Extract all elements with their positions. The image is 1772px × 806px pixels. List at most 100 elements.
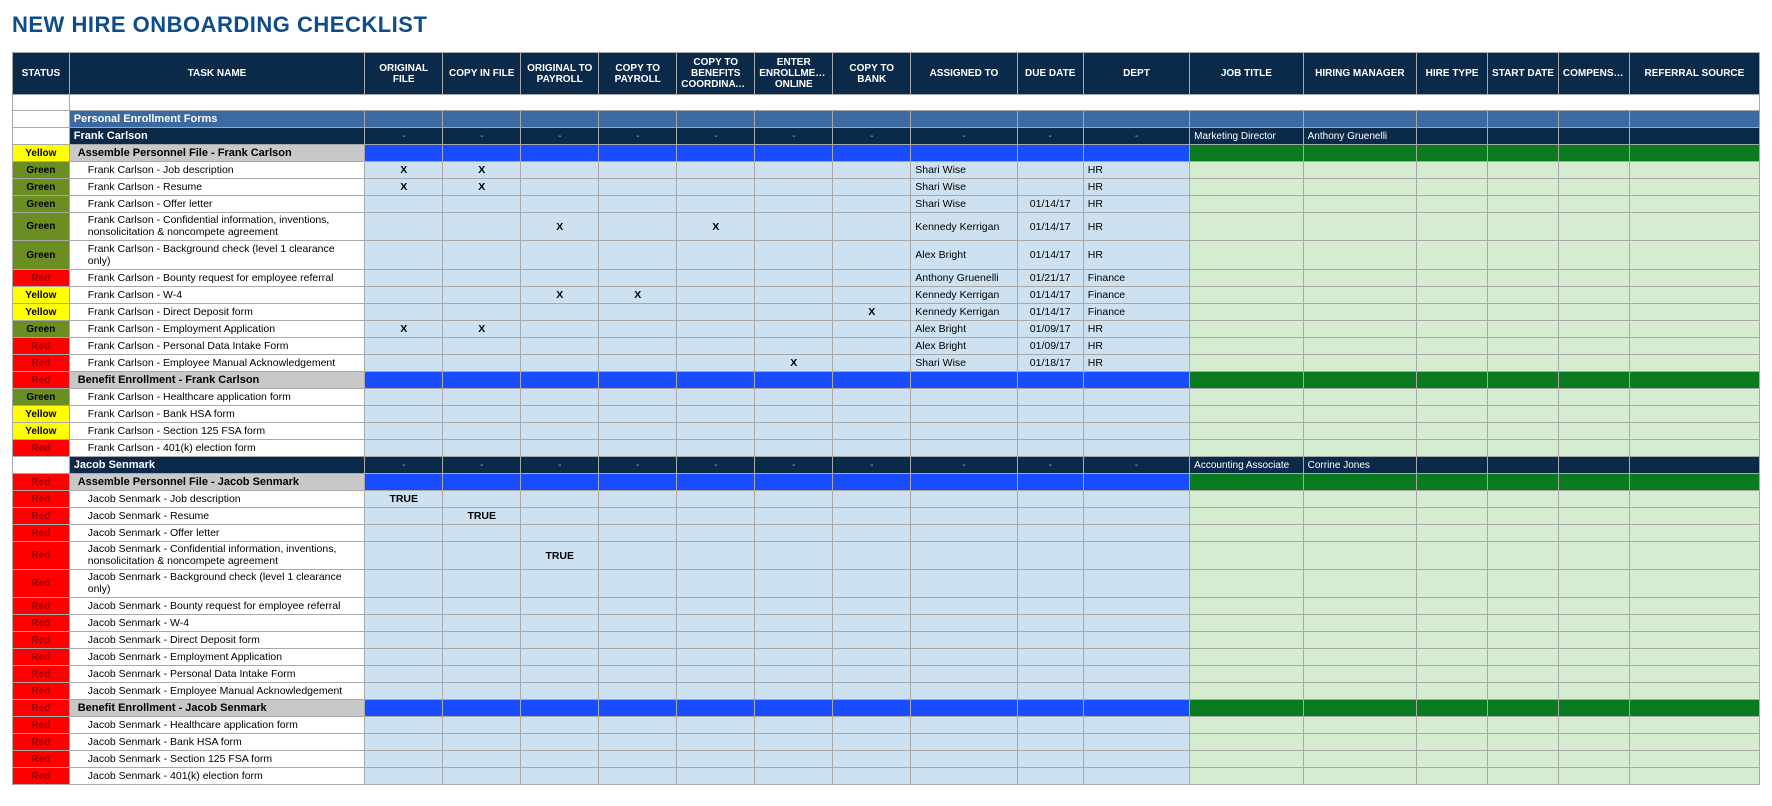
- check-cell[interactable]: [755, 389, 833, 406]
- check-cell[interactable]: [677, 270, 755, 287]
- cell[interactable]: [1558, 406, 1629, 423]
- cell[interactable]: [1417, 615, 1488, 632]
- cell[interactable]: [1190, 734, 1303, 751]
- cell[interactable]: [1417, 241, 1488, 270]
- cell[interactable]: [1417, 570, 1488, 598]
- cell[interactable]: [521, 474, 599, 491]
- cell[interactable]: [1303, 474, 1416, 491]
- group-header[interactable]: Benefit Enrollment - Frank Carlson: [69, 372, 365, 389]
- check-cell[interactable]: [677, 162, 755, 179]
- cell[interactable]: -: [755, 457, 833, 474]
- cell[interactable]: [1417, 717, 1488, 734]
- cell[interactable]: [1417, 287, 1488, 304]
- dept[interactable]: HR: [1083, 179, 1189, 196]
- cell[interactable]: [1190, 683, 1303, 700]
- check-cell[interactable]: TRUE: [365, 491, 443, 508]
- cell[interactable]: -: [365, 457, 443, 474]
- cell[interactable]: [1629, 734, 1759, 751]
- cell[interactable]: [1190, 304, 1303, 321]
- cell[interactable]: [1629, 457, 1759, 474]
- check-cell[interactable]: X: [521, 213, 599, 241]
- check-cell[interactable]: [755, 649, 833, 666]
- task-name[interactable]: Jacob Senmark - Healthcare application f…: [69, 717, 365, 734]
- cell[interactable]: [1629, 321, 1759, 338]
- cell[interactable]: [1629, 542, 1759, 570]
- check-cell[interactable]: [365, 525, 443, 542]
- cell[interactable]: [1190, 196, 1303, 213]
- col-dept[interactable]: DEPT: [1083, 53, 1189, 95]
- cell[interactable]: [1303, 525, 1416, 542]
- check-cell[interactable]: [755, 423, 833, 440]
- due-date[interactable]: [1017, 162, 1083, 179]
- cell[interactable]: -: [911, 457, 1017, 474]
- check-cell[interactable]: [365, 615, 443, 632]
- status-cell[interactable]: Red: [13, 338, 70, 355]
- group-header[interactable]: Benefit Enrollment - Jacob Senmark: [69, 700, 365, 717]
- dept[interactable]: [1083, 440, 1189, 457]
- cell[interactable]: [1488, 423, 1559, 440]
- check-cell[interactable]: [365, 683, 443, 700]
- check-cell[interactable]: [599, 598, 677, 615]
- assigned-to[interactable]: Alex Bright: [911, 338, 1017, 355]
- cell[interactable]: [1488, 598, 1559, 615]
- cell[interactable]: [1417, 304, 1488, 321]
- cell[interactable]: -: [1083, 128, 1189, 145]
- cell[interactable]: [1417, 196, 1488, 213]
- dept[interactable]: Finance: [1083, 270, 1189, 287]
- check-cell[interactable]: [599, 683, 677, 700]
- check-cell[interactable]: [443, 717, 521, 734]
- cell[interactable]: [1558, 598, 1629, 615]
- cell[interactable]: [1417, 457, 1488, 474]
- due-date[interactable]: 01/14/17: [1017, 241, 1083, 270]
- check-cell[interactable]: [833, 440, 911, 457]
- check-cell[interactable]: [365, 768, 443, 785]
- cell[interactable]: [1488, 338, 1559, 355]
- cell[interactable]: [1488, 304, 1559, 321]
- person-name[interactable]: Jacob Senmark: [69, 457, 365, 474]
- col-assigned-to[interactable]: ASSIGNED TO: [911, 53, 1017, 95]
- check-cell[interactable]: [365, 338, 443, 355]
- assigned-to[interactable]: Shari Wise: [911, 355, 1017, 372]
- cell[interactable]: [1488, 491, 1559, 508]
- cell[interactable]: [1017, 474, 1083, 491]
- check-cell[interactable]: [755, 287, 833, 304]
- due-date[interactable]: 01/14/17: [1017, 287, 1083, 304]
- table-row[interactable]: RedJacob Senmark - Offer letter: [13, 525, 1760, 542]
- check-cell[interactable]: [443, 632, 521, 649]
- cell[interactable]: [677, 372, 755, 389]
- check-cell[interactable]: [521, 321, 599, 338]
- due-date[interactable]: 01/21/17: [1017, 270, 1083, 287]
- dept[interactable]: HR: [1083, 241, 1189, 270]
- check-cell[interactable]: [599, 734, 677, 751]
- check-cell[interactable]: [755, 213, 833, 241]
- assigned-to[interactable]: [911, 649, 1017, 666]
- check-cell[interactable]: [599, 270, 677, 287]
- check-cell[interactable]: [833, 751, 911, 768]
- status-cell[interactable]: [13, 95, 70, 111]
- cell[interactable]: [443, 372, 521, 389]
- check-cell[interactable]: [677, 598, 755, 615]
- check-cell[interactable]: [521, 666, 599, 683]
- col-status[interactable]: STATUS: [13, 53, 70, 95]
- cell[interactable]: [1558, 213, 1629, 241]
- cell[interactable]: [1417, 768, 1488, 785]
- check-cell[interactable]: [833, 666, 911, 683]
- check-cell[interactable]: [521, 270, 599, 287]
- cell[interactable]: [1190, 632, 1303, 649]
- check-cell[interactable]: [521, 196, 599, 213]
- dept[interactable]: [1083, 734, 1189, 751]
- cell[interactable]: [1303, 570, 1416, 598]
- check-cell[interactable]: [755, 440, 833, 457]
- check-cell[interactable]: [599, 241, 677, 270]
- table-row[interactable]: Personal Enrollment Forms: [13, 111, 1760, 128]
- cell[interactable]: [1303, 304, 1416, 321]
- cell[interactable]: [1190, 474, 1303, 491]
- check-cell[interactable]: [521, 406, 599, 423]
- cell[interactable]: [1558, 423, 1629, 440]
- status-cell[interactable]: Red: [13, 615, 70, 632]
- cell[interactable]: [1017, 372, 1083, 389]
- cell[interactable]: [1629, 615, 1759, 632]
- check-cell[interactable]: [443, 196, 521, 213]
- status-cell[interactable]: Green: [13, 321, 70, 338]
- check-cell[interactable]: [677, 389, 755, 406]
